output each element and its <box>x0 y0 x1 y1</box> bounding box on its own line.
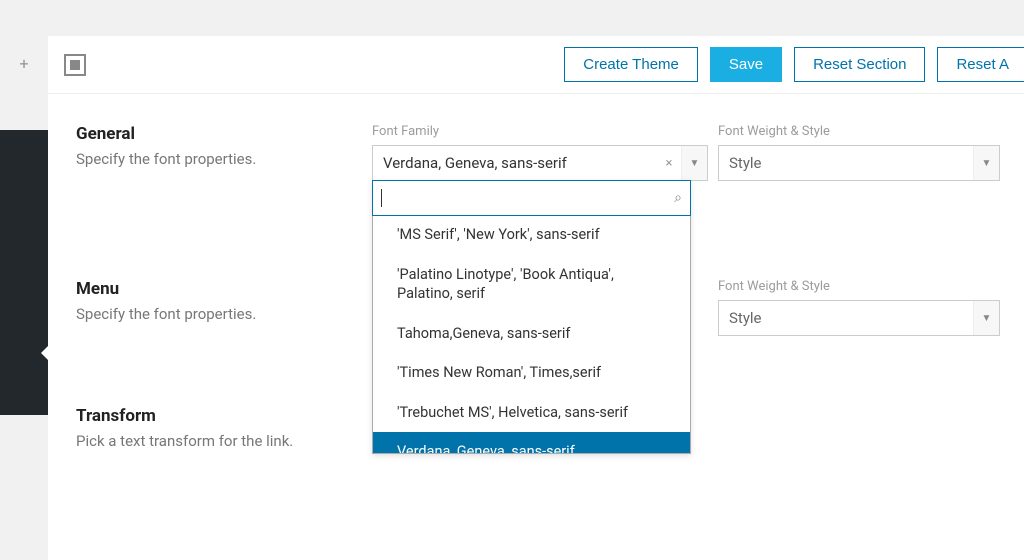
section-title-menu: Menu <box>76 279 372 299</box>
font-weight-select-2[interactable]: Style ▼ <box>718 300 1000 336</box>
font-option[interactable]: 'Trebuchet MS', Helvetica, sans-serif <box>373 393 690 433</box>
section-desc-general: Specify the font properties. <box>76 150 372 168</box>
reset-section-button[interactable]: Reset Section <box>794 47 925 82</box>
font-family-value: Verdana, Geneva, sans-serif <box>373 154 657 172</box>
font-option[interactable]: 'Palatino Linotype', 'Book Antiqua', Pal… <box>373 255 690 314</box>
section-title-general: General <box>76 124 372 144</box>
clear-icon[interactable]: × <box>657 156 681 171</box>
font-option[interactable]: 'Times New Roman', Times,serif <box>373 353 690 393</box>
chevron-down-icon[interactable]: ▼ <box>973 146 999 180</box>
content-panel: General Specify the font properties. Fon… <box>48 94 1024 560</box>
search-icon: ⌕ <box>674 190 682 206</box>
section-desc-menu: Specify the font properties. <box>76 305 372 323</box>
admin-sidebar <box>0 130 48 415</box>
font-weight-value: Style <box>719 154 973 172</box>
font-family-label: Font Family <box>372 124 708 139</box>
chevron-down-icon[interactable]: ▼ <box>681 146 707 180</box>
reset-all-button[interactable]: Reset A <box>937 47 1024 82</box>
font-weight-select[interactable]: Style ▼ <box>718 145 1000 181</box>
font-weight-label: Font Weight & Style <box>718 124 1000 139</box>
font-weight-label-2: Font Weight & Style <box>718 279 1000 294</box>
dropdown-list[interactable]: 'MS Serif', 'New York', sans-serif 'Pala… <box>373 215 690 453</box>
general-section: General Specify the font properties. Fon… <box>76 124 1000 181</box>
font-family-dropdown: ⌕ 'MS Serif', 'New York', sans-serif 'Pa… <box>372 180 691 454</box>
font-weight-value-2: Style <box>719 309 973 327</box>
save-button[interactable]: Save <box>710 47 782 82</box>
font-option-selected[interactable]: Verdana, Geneva, sans-serif <box>373 432 690 453</box>
create-theme-button[interactable]: Create Theme <box>564 47 698 82</box>
collapse-menu-button[interactable]: + <box>14 54 34 74</box>
font-option[interactable]: Tahoma,Geneva, sans-serif <box>373 314 690 354</box>
section-desc-transform: Pick a text transform for the link. <box>76 432 372 450</box>
layout-grid-icon[interactable] <box>64 54 86 76</box>
section-title-transform: Transform <box>76 406 372 426</box>
font-option[interactable]: 'MS Serif', 'New York', sans-serif <box>373 215 690 255</box>
dropdown-search-input[interactable] <box>382 186 674 211</box>
dropdown-search[interactable]: ⌕ <box>372 180 691 216</box>
font-family-select[interactable]: Verdana, Geneva, sans-serif × ▼ <box>372 145 708 181</box>
topbar: Create Theme Save Reset Section Reset A <box>48 36 1024 94</box>
chevron-down-icon[interactable]: ▼ <box>973 301 999 335</box>
